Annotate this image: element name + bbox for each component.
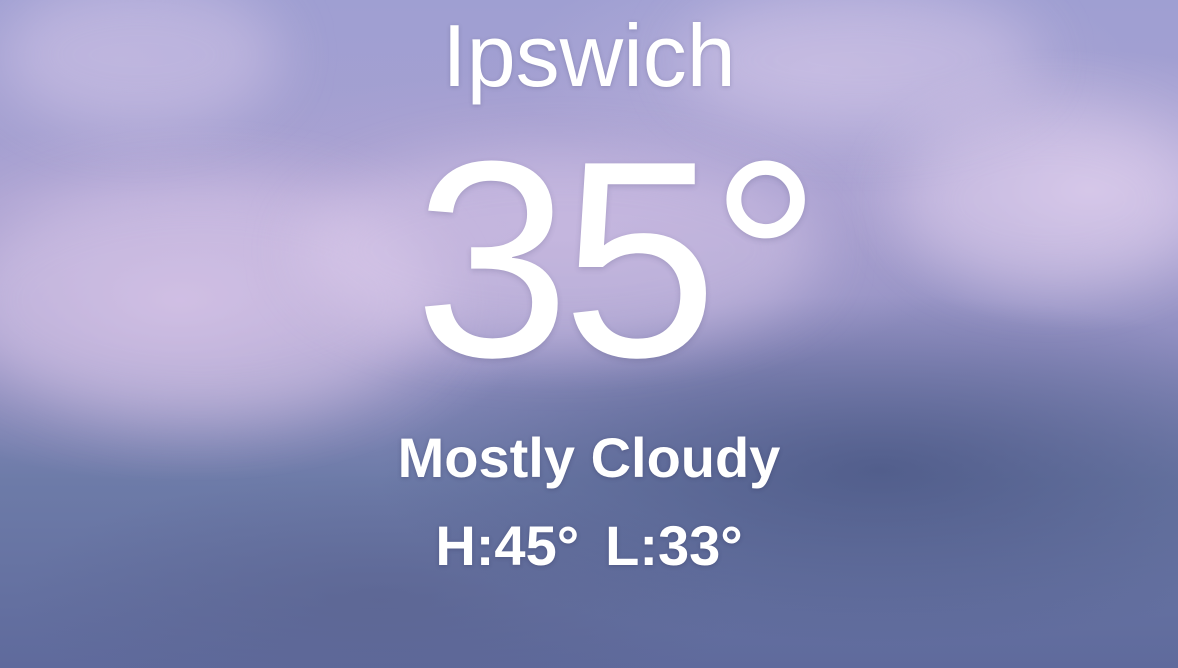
high-temperature: H:45° (435, 514, 580, 577)
weather-condition: Mostly Cloudy (397, 426, 781, 489)
city-name: Ipswich (442, 6, 736, 105)
current-temperature: 35° (414, 104, 821, 416)
high-low-temperatures: H:45° L:33° (0, 518, 1178, 574)
low-temperature: L:33° (605, 514, 743, 577)
current-weather-header: Ipswich 35° Mostly Cloudy H:45° L:33° (0, 0, 1178, 668)
